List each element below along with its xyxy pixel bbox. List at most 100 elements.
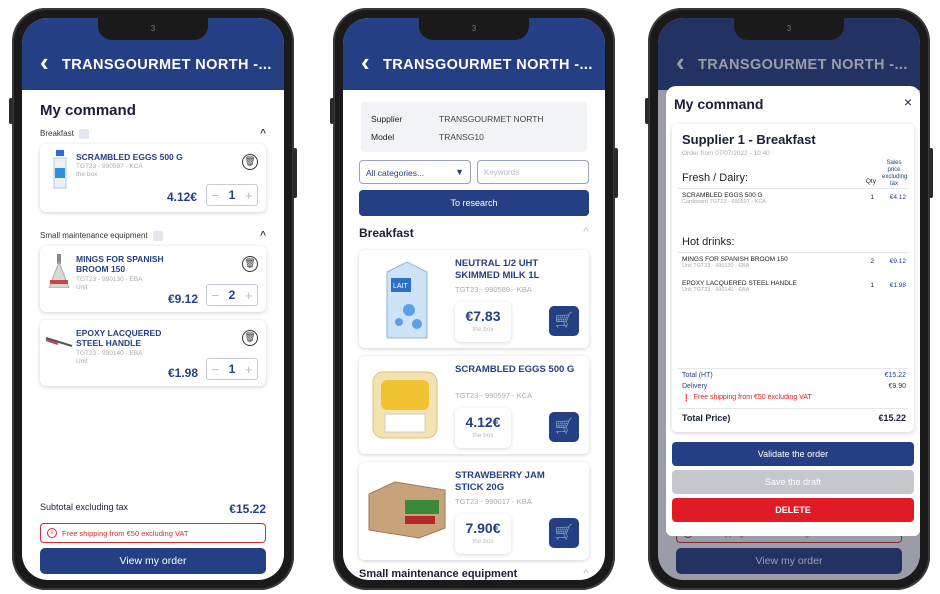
trash-icon[interactable]: 🗑 — [242, 330, 258, 346]
research-button[interactable]: To research — [359, 190, 589, 216]
chevron-up-icon[interactable]: ^ — [260, 128, 266, 139]
screen: 3 ‹ TRANSGOURMET NORTH -... Supplier TRA… — [343, 18, 605, 580]
order-title: Supplier 1 - Breakfast — [682, 132, 816, 147]
product-price: 7.90€ — [465, 520, 501, 536]
minus-button[interactable]: − — [207, 188, 224, 203]
warning-icon: ❗ — [682, 395, 691, 402]
plus-button[interactable]: + — [240, 362, 257, 377]
price-box: 7.90€ the box — [455, 514, 511, 554]
side-button — [330, 98, 334, 124]
delivery-row: Delivery €9.90 — [682, 383, 906, 390]
line-price: €9.12 — [889, 258, 906, 265]
phone-catalog: 3 ‹ TRANSGOURMET NORTH -... Supplier TRA… — [330, 8, 618, 590]
category-select[interactable]: All categories... ▼ — [359, 160, 471, 184]
cart-icon[interactable]: 🛒 — [549, 306, 579, 336]
shipping-warning: ❗ Free shipping from €50 excluding VAT — [682, 394, 906, 402]
minus-button[interactable]: − — [207, 362, 224, 377]
quantity-stepper[interactable]: −1 + — [206, 358, 258, 380]
status-time: 3 — [786, 24, 792, 33]
item-ref: TGT23 - 990597 - KCA — [76, 163, 143, 170]
line-qty: 1 — [870, 282, 874, 289]
order-line: SCRAMBLED EGGS 500 G Cardboard TGT23 - 9… — [682, 192, 906, 205]
page-title: My command — [40, 102, 136, 119]
column-price: Sales price excluding tax — [882, 160, 908, 187]
supplier-label: Supplier — [371, 114, 403, 124]
modal-title: My command — [674, 96, 764, 112]
notch: 3 — [98, 18, 208, 40]
category-header-breakfast[interactable]: Breakfast ^ — [359, 226, 589, 240]
quantity-value[interactable]: 1 — [224, 362, 241, 376]
line-qty: 2 — [870, 258, 874, 265]
chevron-up-icon[interactable]: ^ — [583, 568, 589, 580]
product-unit: the box — [472, 432, 494, 439]
line-qty: 1 — [870, 194, 874, 201]
total-ht-row: Total (HT) €15.22 — [682, 372, 906, 379]
quantity-stepper[interactable]: −2 + — [206, 284, 258, 306]
product-card: SCRAMBLED EGGS 500 G TGT23 - 990597 - KC… — [359, 356, 589, 454]
category-header-maintenance[interactable]: Small maintenance equipment ^ — [359, 568, 589, 580]
quantity-value[interactable]: 2 — [224, 288, 241, 302]
validate-order-button[interactable]: Validate the order — [672, 442, 914, 466]
section-header-maintenance[interactable]: Small maintenance equipment ^ — [40, 230, 266, 241]
product-name: NEUTRAL 1/2 UHT SKIMMED MILK 1L — [455, 258, 540, 281]
steel-handle-icon — [45, 337, 73, 347]
group-label: Fresh / Dairy: — [682, 172, 749, 184]
screen: 3 ‹ TRANSGOURMET NORTH -... i Free shipp… — [658, 18, 920, 580]
divider — [678, 252, 908, 253]
item-price: 4.12€ — [167, 190, 198, 204]
item-unit: Unit — [76, 284, 88, 291]
product-name: SCRAMBLED EGGS 500 G — [455, 364, 575, 375]
order-modal: My command × Supplier 1 - Breakfast Orde… — [666, 86, 920, 536]
section-header-breakfast[interactable]: Breakfast ^ — [40, 128, 266, 139]
close-icon[interactable]: × — [904, 94, 912, 110]
jam-box-icon — [368, 481, 446, 539]
save-draft-button[interactable]: Save the draft — [672, 470, 914, 494]
order-line: EPOXY LACQUERED STEEL HANDLE Unit TGT23 … — [682, 280, 906, 293]
item-name: SCRAMBLED EGGS 500 G — [76, 152, 183, 162]
item-price: €1.98 — [168, 366, 199, 380]
cart-item: SCRAMBLED EGGS 500 G TGT23 - 990597 - KC… — [40, 144, 266, 212]
total-label: Total Price) — [682, 413, 731, 423]
side-button — [614, 148, 618, 198]
cart-icon[interactable]: 🛒 — [549, 518, 579, 548]
cart-icon[interactable]: 🛒 — [549, 412, 579, 442]
cart-item: MINGS FOR SPANISH BROOM 150 TGT23 - 9901… — [40, 246, 266, 312]
divider — [678, 368, 908, 369]
item-name: MINGS FOR SPANISH BROOM 150 — [76, 254, 164, 274]
line-price: €4.12 — [889, 194, 906, 201]
trash-icon[interactable]: 🗑 — [242, 154, 258, 170]
price-box: 4.12€ the box — [455, 408, 511, 448]
cart-item: EPOXY LACQUERED STEEL HANDLE TGT23 - 990… — [40, 320, 266, 386]
notch: 3 — [734, 18, 844, 40]
quantity-stepper[interactable]: −1 + — [206, 184, 258, 206]
product-name: STRAWBERRY JAM STICK 20G — [455, 470, 545, 493]
back-arrow-icon[interactable]: ‹ — [40, 49, 49, 75]
keywords-input[interactable]: Keywords — [477, 160, 589, 184]
delete-button[interactable]: DELETE — [672, 498, 914, 522]
back-arrow-icon[interactable]: ‹ — [361, 49, 370, 75]
item-price: €9.12 — [168, 292, 199, 306]
chevron-up-icon[interactable]: ^ — [260, 230, 266, 241]
total-value: €15.22 — [878, 413, 906, 423]
product-price: €7.83 — [465, 308, 501, 324]
product-ref: TGT23 - 990017 - KBA — [455, 497, 532, 506]
plus-button[interactable]: + — [240, 288, 257, 303]
scrambled-eggs-pack-icon — [372, 371, 438, 439]
minus-button[interactable]: − — [207, 288, 224, 303]
order-line: MINGS FOR SPANISH BROOM 150 Unit TGT23 -… — [682, 256, 906, 269]
total-ht-label: Total (HT) — [682, 372, 713, 379]
section-count-badge — [78, 128, 89, 139]
caret-down-icon: ▼ — [455, 167, 464, 177]
product-unit: the box — [472, 326, 494, 333]
item-name: EPOXY LACQUERED STEEL HANDLE — [76, 328, 162, 348]
total-row: Total Price) €15.22 — [682, 413, 906, 423]
view-order-button[interactable]: View my order — [40, 548, 266, 574]
status-time: 3 — [471, 24, 477, 33]
chevron-up-icon[interactable]: ^ — [583, 226, 589, 240]
trash-icon[interactable]: 🗑 — [242, 256, 258, 272]
quantity-value[interactable]: 1 — [224, 188, 241, 202]
header-title: TRANSGOURMET NORTH -... — [383, 57, 593, 73]
plus-button[interactable]: + — [240, 188, 257, 203]
group-label: Hot drinks: — [682, 236, 735, 248]
product-card: LAIT NEUTRAL 1/2 UHT SKIMMED MILK 1L TGT… — [359, 250, 589, 348]
